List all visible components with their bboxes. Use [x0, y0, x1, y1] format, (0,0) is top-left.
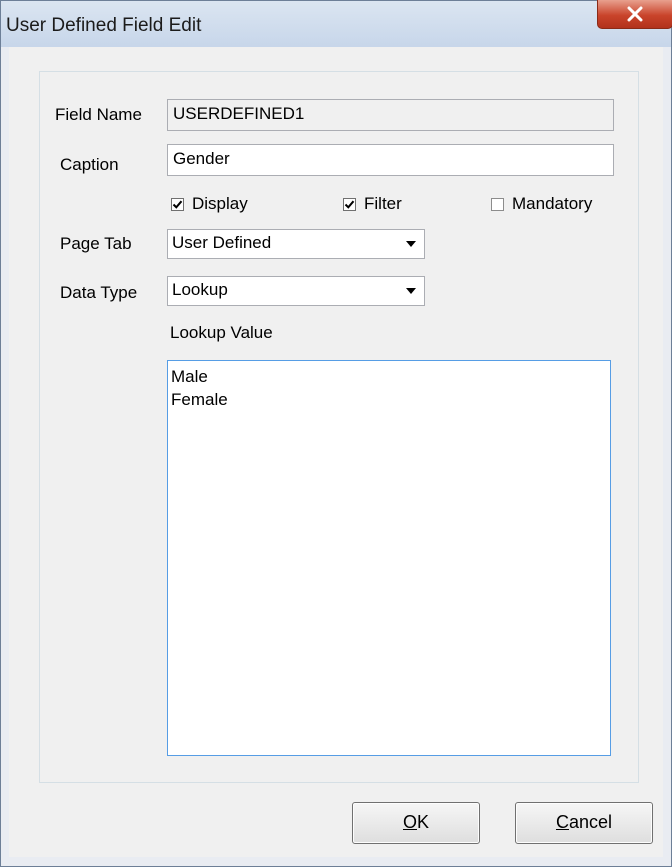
display-checkbox[interactable]: Display	[171, 194, 248, 214]
dialog-client-area: Field Name USERDEFINED1 Caption Gender D…	[9, 47, 663, 857]
ok-button[interactable]: OK	[352, 802, 480, 844]
lookup-value-label: Lookup Value	[170, 323, 273, 342]
filter-checkbox-label: Filter	[364, 194, 402, 213]
caption-input[interactable]: Gender	[167, 144, 614, 176]
cancel-button-mnemonic: C	[555, 812, 569, 832]
filter-checkbox-box[interactable]	[343, 197, 356, 211]
cancel-button-label: ancel	[568, 812, 613, 832]
chevron-down-icon[interactable]	[402, 277, 420, 305]
lookup-value-item: Male	[171, 367, 208, 386]
checkmark-icon	[172, 200, 183, 209]
title-bar[interactable]: User Defined Field Edit	[1, 1, 671, 47]
window-title: User Defined Field Edit	[6, 15, 202, 36]
display-checkbox-label: Display	[192, 194, 248, 213]
mandatory-checkbox-box[interactable]	[491, 197, 504, 211]
lookup-values-textarea[interactable]: Male Female	[167, 360, 611, 756]
mandatory-checkbox-label: Mandatory	[512, 194, 593, 213]
filter-checkbox[interactable]: Filter	[343, 194, 402, 214]
display-checkbox-box[interactable]	[171, 197, 184, 211]
checkmark-icon	[344, 200, 355, 209]
cancel-button[interactable]: Cancel	[515, 802, 653, 844]
data-type-dropdown[interactable]: Lookup	[167, 276, 425, 306]
lookup-value-item: Female	[171, 390, 228, 409]
close-button[interactable]	[597, 0, 672, 29]
data-type-label: Data Type	[60, 283, 138, 302]
field-name-field[interactable]: USERDEFINED1	[167, 99, 614, 131]
data-type-value: Lookup	[172, 280, 228, 299]
field-name-label: Field Name	[55, 105, 142, 124]
mandatory-checkbox[interactable]: Mandatory	[491, 194, 592, 214]
page-tab-value: User Defined	[172, 233, 272, 252]
ok-button-label: K	[417, 812, 430, 832]
dialog-window: User Defined Field Edit Field Name USERD…	[0, 0, 672, 867]
page-tab-dropdown[interactable]: User Defined	[167, 229, 425, 259]
chevron-down-icon[interactable]	[402, 230, 420, 258]
close-icon	[627, 6, 643, 22]
caption-label: Caption	[60, 155, 119, 174]
page-tab-label: Page Tab	[60, 234, 132, 253]
ok-button-mnemonic: O	[402, 812, 417, 832]
